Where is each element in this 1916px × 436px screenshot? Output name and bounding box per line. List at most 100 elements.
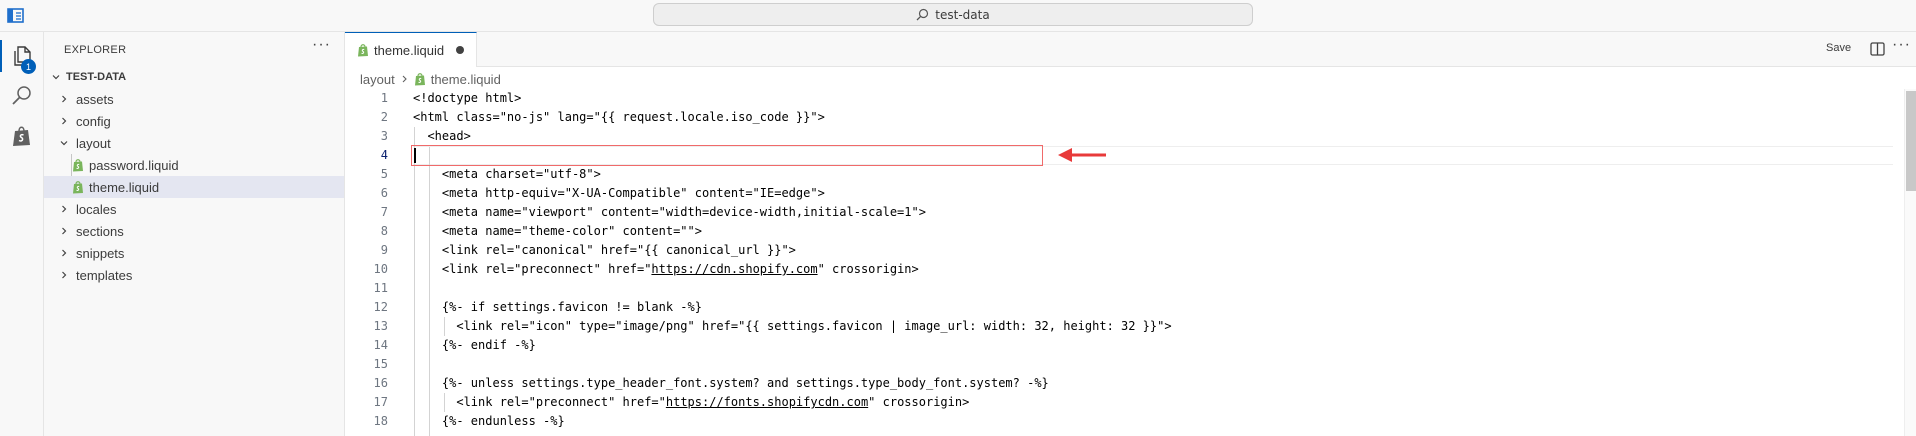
code-text: {%- unless settings.type_header_font.sys…	[413, 376, 1049, 390]
annotation-arrow-icon	[1058, 148, 1106, 162]
line-number: 8	[380, 224, 388, 238]
breadcrumb-folder[interactable]: layout	[360, 72, 395, 87]
breadcrumb: layout theme.liquid	[360, 69, 501, 89]
code-line: 3 <head>	[345, 127, 1905, 146]
search-icon	[12, 86, 31, 105]
liquid-file-icon	[414, 73, 425, 86]
code-line: 9 <link rel="canonical" href="{{ canonic…	[345, 241, 1905, 260]
tree-item-templates[interactable]: templates	[44, 264, 344, 286]
line-number: 5	[380, 167, 388, 181]
code-text: <!doctype html>	[413, 91, 522, 105]
tree-item-locales[interactable]: locales	[44, 198, 344, 220]
code-text: <meta name="theme-color" content="">	[413, 224, 702, 238]
tree-item-sections[interactable]: sections	[44, 220, 344, 242]
code-line: 13 <link rel="icon" type="image/png" hre…	[345, 317, 1905, 336]
code-text: <meta name="viewport" content="width=dev…	[413, 205, 926, 219]
line-number: 2	[380, 110, 388, 124]
chevron-right-icon	[56, 267, 72, 283]
chevron-right-icon	[402, 75, 407, 83]
code-text: {%- endif -%}	[413, 338, 536, 352]
line-number: 12	[373, 300, 388, 314]
scrollbar-thumb[interactable]	[1906, 91, 1916, 191]
chevron-right-icon	[56, 91, 72, 107]
tree-item-layout[interactable]: layout	[44, 132, 344, 154]
tree-item-label: templates	[76, 267, 133, 283]
code-text: <meta charset="utf-8">	[413, 167, 601, 181]
code-text: <link rel="preconnect" href="https://fon…	[413, 393, 969, 412]
code-text-segment: <link rel="preconnect" href="	[413, 262, 652, 276]
code-text-segment: " crossorigin>	[817, 262, 919, 276]
explorer-badge: 1	[21, 59, 36, 74]
tree-item-assets[interactable]: assets	[44, 88, 344, 110]
code-editor[interactable]: 1 <!doctype html> 2 <html class="no-js" …	[345, 89, 1916, 436]
tree-item-label: sections	[76, 223, 124, 239]
line-number: 1	[380, 91, 388, 105]
code-line: 12 {%- if settings.favicon != blank -%}	[345, 298, 1905, 317]
title-bar: test-data	[0, 0, 1916, 32]
workspace-folder-header[interactable]: TEST-DATA	[44, 66, 344, 88]
code-line: 10 <link rel="preconnect" href="https://…	[345, 260, 1905, 279]
editor-more-actions-icon[interactable]: ···	[1892, 36, 1911, 54]
code-text: {%- if settings.favicon != blank -%}	[413, 300, 702, 314]
tree-item-snippets[interactable]: snippets	[44, 242, 344, 264]
tree-item-config[interactable]: config	[44, 110, 344, 132]
tree-item-theme-liquid[interactable]: theme.liquid	[44, 176, 344, 198]
explorer-panel: EXPLORER ··· TEST-DATA assets config lay…	[44, 32, 345, 436]
editor-tabs-bar: theme.liquid Save ···	[345, 32, 1916, 67]
chevron-right-icon	[56, 201, 72, 217]
tree-item-password-liquid[interactable]: password.liquid	[44, 154, 344, 176]
code-line: 2 <html class="no-js" lang="{{ request.l…	[345, 108, 1905, 127]
tab-label: theme.liquid	[374, 42, 445, 58]
code-line: 1 <!doctype html>	[345, 89, 1905, 108]
chevron-right-icon	[56, 245, 72, 261]
code-text: <link rel="preconnect" href="https://cdn…	[413, 260, 919, 279]
code-line: 7 <meta name="viewport" content="width=d…	[345, 203, 1905, 222]
line-number: 4	[380, 148, 388, 162]
code-line: 17 <link rel="preconnect" href="https://…	[345, 393, 1905, 412]
code-url-link[interactable]: https://fonts.shopifycdn.com	[666, 395, 868, 409]
line-number: 15	[373, 357, 388, 371]
save-button[interactable]: Save	[1826, 42, 1851, 54]
code-line: 15	[345, 355, 1905, 374]
tree-item-label: config	[76, 113, 111, 129]
line-number: 6	[380, 186, 388, 200]
editor-scrollbar[interactable]	[1904, 89, 1916, 436]
chevron-down-icon	[56, 135, 72, 151]
explorer-title: EXPLORER	[64, 44, 127, 56]
code-line: 8 <meta name="theme-color" content="">	[345, 222, 1905, 241]
line-number: 13	[373, 319, 388, 333]
app-menu-icon[interactable]	[7, 8, 24, 23]
code-url-link[interactable]: https://cdn.shopify.com	[651, 262, 817, 276]
code-text: {%- endunless -%}	[413, 414, 565, 428]
code-line: 6 <meta http-equiv="X-UA-Compatible" con…	[345, 184, 1905, 203]
explorer-more-actions-icon[interactable]: ···	[312, 36, 331, 54]
search-view-button[interactable]	[0, 76, 44, 116]
line-number: 3	[380, 129, 388, 143]
code-line: 5 <meta charset="utf-8">	[345, 165, 1905, 184]
annotation-highlight-box	[411, 145, 1043, 166]
code-text-segment: <link rel="preconnect" href="	[413, 395, 666, 409]
explorer-view-button[interactable]: 1	[0, 36, 44, 76]
tab-theme-liquid[interactable]: theme.liquid	[345, 32, 477, 67]
code-text: <meta http-equiv="X-UA-Compatible" conte…	[413, 186, 825, 200]
tree-item-label: layout	[76, 135, 111, 151]
code-text: <head>	[413, 129, 471, 143]
chevron-right-icon	[56, 223, 72, 239]
chevron-right-icon	[56, 113, 72, 129]
line-number: 17	[373, 395, 388, 409]
line-number: 18	[373, 414, 388, 428]
code-text: <link rel="canonical" href="{{ canonical…	[413, 243, 796, 257]
tree-item-label: password.liquid	[89, 157, 179, 173]
line-number: 14	[373, 338, 388, 352]
command-center-search[interactable]: test-data	[653, 3, 1253, 26]
unsaved-dot-icon[interactable]	[456, 46, 465, 54]
tree-item-label: locales	[76, 201, 117, 217]
code-line: 16 {%- unless settings.type_header_font.…	[345, 374, 1905, 393]
tree-item-label: theme.liquid	[89, 179, 160, 195]
breadcrumb-file[interactable]: theme.liquid	[431, 72, 501, 87]
split-editor-icon[interactable]	[1870, 42, 1885, 56]
code-text: <html class="no-js" lang="{{ request.loc…	[413, 110, 825, 124]
workspace-folder-label: TEST-DATA	[66, 71, 127, 83]
shopify-view-button[interactable]	[0, 116, 44, 156]
code-text: <link rel="icon" type="image/png" href="…	[413, 319, 1172, 333]
